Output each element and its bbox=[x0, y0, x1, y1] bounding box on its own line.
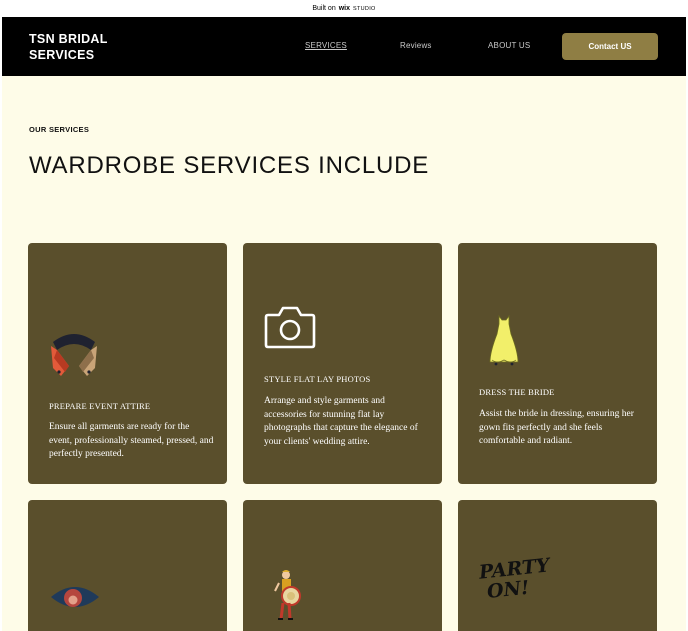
wix-studio-label: STUDIO bbox=[353, 5, 376, 12]
wix-banner[interactable]: Built on wix STUDIO bbox=[2, 0, 686, 17]
card-title: PREPARE EVENT ATTIRE bbox=[49, 401, 151, 411]
service-card-6: PARTY ON! bbox=[458, 500, 657, 631]
camera-icon bbox=[264, 305, 316, 354]
card-description: Arrange and style garments and accessori… bbox=[264, 396, 418, 447]
nav-about-us[interactable]: ABOUT US bbox=[488, 41, 530, 50]
site-header: TSN BRIDAL SERVICES SERVICES Reviews ABO… bbox=[2, 17, 686, 76]
service-card-5 bbox=[243, 500, 442, 631]
card-description: Ensure all garments are ready for the ev… bbox=[49, 422, 214, 459]
service-card-4 bbox=[28, 500, 227, 631]
nav-services[interactable]: SERVICES bbox=[305, 41, 347, 50]
service-card-flat-lay: STYLE FLAT LAY PHOTOS Arrange and style … bbox=[243, 243, 442, 484]
wix-logo: wix bbox=[338, 5, 351, 12]
page: Built on wix STUDIO TSN BRIDAL SERVICES … bbox=[2, 0, 686, 631]
wix-banner-prefix: Built on bbox=[312, 5, 336, 12]
card-title: STYLE FLAT LAY PHOTOS bbox=[264, 374, 371, 384]
card-description: Assist the bride in dressing, ensuring h… bbox=[479, 409, 634, 446]
party-on-icon: PARTY ON! bbox=[478, 554, 551, 603]
service-card-dress-bride: DRESS THE BRIDE Assist the bride in dres… bbox=[458, 243, 657, 484]
drummer-icon bbox=[273, 569, 305, 628]
section-title: WARDROBE SERVICES INCLUDE bbox=[29, 152, 430, 179]
eye-icon bbox=[49, 583, 101, 616]
nav-reviews[interactable]: Reviews bbox=[400, 41, 432, 50]
site-brand[interactable]: TSN BRIDAL SERVICES bbox=[29, 31, 149, 63]
card-title: DRESS THE BRIDE bbox=[479, 387, 555, 397]
contact-us-button[interactable]: Contact US bbox=[562, 33, 658, 60]
party-on-line-2: ON! bbox=[486, 576, 531, 603]
section-eyebrow: OUR SERVICES bbox=[29, 125, 90, 134]
dress-icon bbox=[488, 314, 520, 371]
jacket-collar-icon bbox=[49, 328, 99, 383]
service-card-prepare-attire: PREPARE EVENT ATTIRE Ensure all garments… bbox=[28, 243, 227, 484]
